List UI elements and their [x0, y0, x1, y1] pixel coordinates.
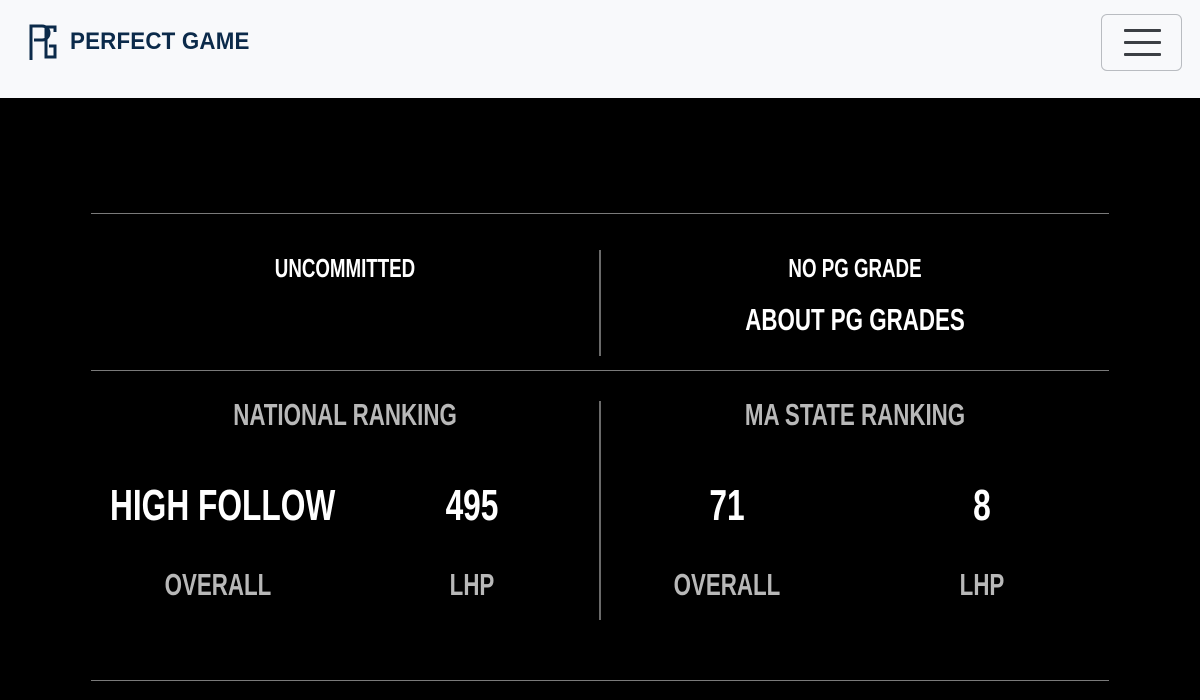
state-ranking-title: MA STATE RANKING: [744, 397, 966, 432]
grade-status: NO PG GRADE: [788, 253, 922, 283]
brand-name: PERFECT GAME: [70, 28, 250, 55]
menu-toggle-button[interactable]: [1101, 14, 1182, 71]
divider-vertical-lower: [599, 401, 601, 620]
state-overall-label: OVERALL: [673, 567, 781, 602]
top-navbar: PERFECT GAME: [0, 0, 1200, 98]
brand-link[interactable]: PERFECT GAME: [28, 22, 263, 62]
pg-logo-icon: [29, 24, 57, 60]
national-ranking-title: NATIONAL RANKING: [233, 397, 457, 432]
about-pg-grades-link[interactable]: ABOUT PG GRADES: [711, 303, 999, 337]
commitment-status: UNCOMMITTED: [274, 253, 416, 283]
state-position-label: LHP: [959, 567, 1005, 602]
hamburger-menu-icon: [1124, 53, 1161, 56]
national-position-label: LHP: [449, 567, 495, 602]
state-overall-value: 71: [709, 481, 745, 530]
national-position-value: 495: [445, 481, 499, 530]
divider-bottom: [91, 680, 1109, 681]
hamburger-menu-icon: [1124, 29, 1161, 32]
state-position-value: 8: [973, 481, 991, 530]
divider-middle: [91, 370, 1109, 371]
divider-vertical-upper: [599, 250, 601, 356]
divider-top: [91, 213, 1109, 214]
hamburger-menu-icon: [1124, 41, 1161, 44]
national-overall-value: HIGH FOLLOW: [109, 481, 336, 530]
national-overall-label: OVERALL: [164, 567, 272, 602]
